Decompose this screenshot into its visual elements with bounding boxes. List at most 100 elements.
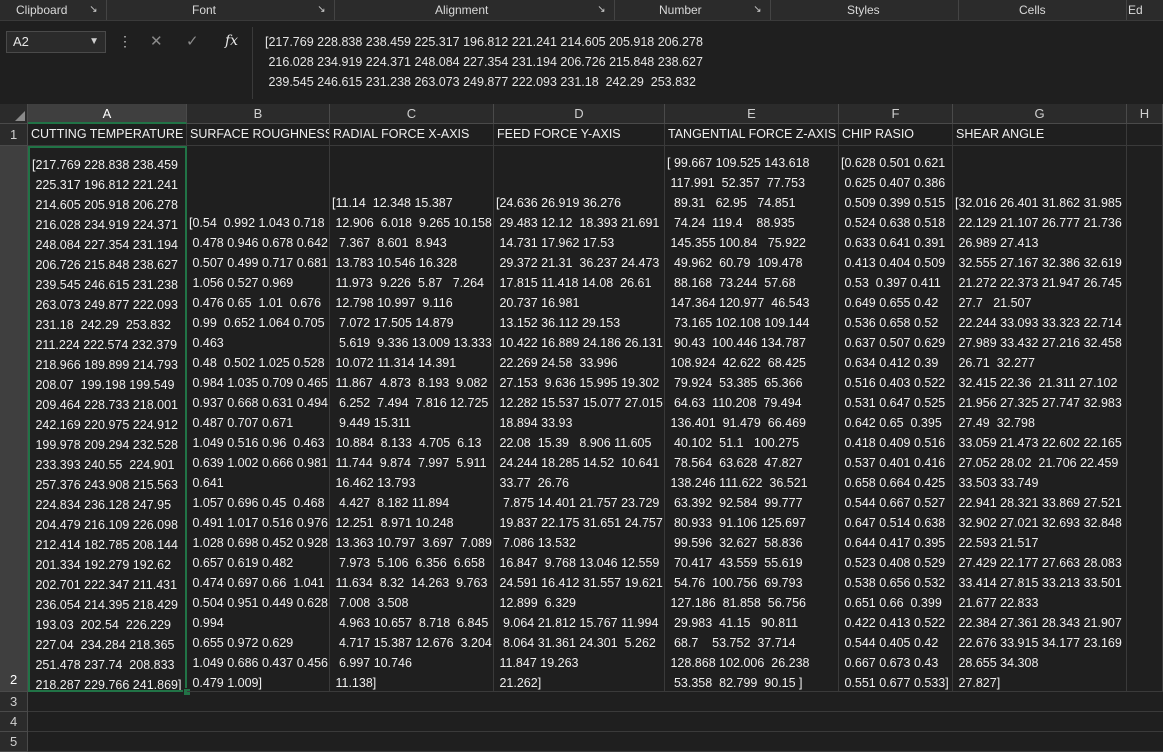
cell-text-line: [217.769 228.838 238.459 [32, 158, 178, 172]
cell-d2[interactable]: [24.636 26.919 36.276 29.483 12.12 18.39… [494, 146, 665, 692]
cell-text-line: 7.008 3.508 [332, 596, 409, 610]
empty-row-5[interactable] [28, 732, 1163, 752]
cell-text-line: [0.628 0.501 0.621 [841, 156, 946, 170]
cell-text-line: 1.049 0.686 0.437 0.456 [189, 656, 329, 670]
dialog-launcher-icon[interactable]: ↘ [315, 3, 328, 16]
ribbon-group-label: Number [659, 3, 702, 17]
cell-a2[interactable]: [217.769 228.838 238.459 225.317 196.812… [28, 146, 187, 692]
cell-text-line: 1.049 0.516 0.96 0.463 [189, 436, 325, 450]
cell-c2[interactable]: [11.14 12.348 15.387 12.906 6.018 9.265 … [330, 146, 494, 692]
row-header-1[interactable]: 1 [0, 124, 28, 146]
cell-text-line: 89.31 62.95 74.851 [667, 196, 796, 210]
cell-f2[interactable]: [0.628 0.501 0.621 0.625 0.407 0.386 0.5… [839, 146, 953, 692]
cell-text-line: 0.625 0.407 0.386 [841, 176, 946, 190]
cell-text-line: 0.48 0.502 1.025 0.528 [189, 356, 325, 370]
dialog-launcher-icon[interactable]: ↘ [751, 3, 764, 16]
dialog-launcher-icon[interactable]: ↘ [595, 3, 608, 16]
column-header-c[interactable]: C [330, 104, 494, 124]
chevron-down-icon[interactable]: ▼ [89, 32, 99, 52]
cell-text-line: 212.414 182.785 208.144 [32, 538, 178, 552]
cell-text-line: 70.417 43.559 55.619 [667, 556, 803, 570]
cell-text-line: 99.596 32.627 58.836 [667, 536, 803, 550]
ribbon-group-label: Ed [1128, 3, 1143, 17]
ribbon-group-editing: Ed [1126, 0, 1163, 20]
cell-text-line: 16.847 9.768 13.046 12.559 [496, 556, 660, 570]
select-all-button[interactable] [0, 104, 28, 124]
cell-text-line: 1.057 0.696 0.45 0.468 [189, 496, 325, 510]
cell-text-line: 64.63 110.208 79.494 [667, 396, 802, 410]
cancel-icon[interactable]: ✕ [150, 32, 163, 50]
cell-text-line: 9.064 21.812 15.767 11.994 [496, 616, 659, 630]
empty-row-3[interactable] [28, 692, 1163, 712]
column-header-b[interactable]: B [187, 104, 330, 124]
cell-text-line: 21.262] [496, 676, 542, 690]
cell-text-line: 19.837 22.175 31.651 24.757 [496, 516, 663, 530]
cell-text-line: 0.639 1.002 0.666 0.981 [189, 456, 329, 470]
cell-text-line: 12.899 6.329 [496, 596, 576, 610]
empty-row-4[interactable] [28, 712, 1163, 732]
cell-text-line: 257.376 243.908 215.563 [32, 478, 178, 492]
cell-text-line: 136.401 91.479 66.469 [667, 416, 807, 430]
cell-text-line: 0.538 0.656 0.532 [841, 576, 946, 590]
cell-text-line: 24.591 16.412 31.557 19.621 [496, 576, 663, 590]
cell-text-line: 0.476 0.65 1.01 0.676 [189, 296, 322, 310]
cell-text-line: 0.53 0.397 0.411 [841, 276, 941, 290]
cell-text-line: 20.737 16.981 [496, 296, 580, 310]
cell-text-line: 21.677 22.833 [955, 596, 1039, 610]
cell-h2[interactable] [1127, 146, 1163, 692]
cell-text-line: 26.71 32.277 [955, 356, 1035, 370]
name-box-value: A2 [13, 34, 29, 49]
cell-text-line: 0.99 0.652 1.064 0.705 [189, 316, 325, 330]
cell-h1[interactable] [1127, 124, 1163, 146]
cell-d1[interactable]: FEED FORCE Y-AXIS [494, 124, 665, 146]
cell-f1[interactable]: CHIP RASIO [839, 124, 953, 146]
column-header-e[interactable]: E [665, 104, 839, 124]
cell-text-line: 0.531 0.647 0.525 [841, 396, 946, 410]
dialog-launcher-icon[interactable]: ↘ [87, 3, 100, 16]
cell-text-line: 14.731 17.962 17.53 [496, 236, 615, 250]
cell-e2[interactable]: [ 99.667 109.525 143.618 117.991 52.357 … [665, 146, 839, 692]
cell-g1[interactable]: SHEAR ANGLE [953, 124, 1127, 146]
column-header-a[interactable]: A [28, 104, 187, 124]
row-header-2[interactable]: 2 [0, 146, 28, 692]
cell-text-line: 227.04 234.284 218.365 [32, 638, 175, 652]
cell-text-line: 0.544 0.667 0.527 [841, 496, 946, 510]
name-box[interactable]: A2 ▼ [6, 31, 106, 53]
cell-text-line: 0.642 0.65 0.395 [841, 416, 942, 430]
cell-text-line: 0.937 0.668 0.631 0.494 [189, 396, 329, 410]
enter-check-icon[interactable]: ✓ [186, 32, 199, 50]
cell-text-line [332, 153, 493, 173]
cell-b1[interactable]: SURFACE ROUGHNESS [187, 124, 330, 146]
ribbon-group-clipboard: Clipboard ↘ [0, 0, 107, 20]
insert-function-icon[interactable]: fx [225, 33, 238, 49]
cell-text-line: 214.605 205.918 206.278 [32, 198, 178, 212]
cell-text-line: 0.634 0.412 0.39 [841, 356, 939, 370]
cell-c1[interactable]: RADIAL FORCE X-AXIS [330, 124, 494, 146]
cell-text-line: 147.364 120.977 46.543 [667, 296, 810, 310]
cell-b2[interactable]: [0.54 0.992 1.043 0.718 0.478 0.946 0.67… [187, 146, 330, 692]
column-header-g[interactable]: G [953, 104, 1127, 124]
cell-e1[interactable]: TANGENTIAL FORCE Z-AXIS [665, 124, 839, 146]
cell-text-line: 0.994 [189, 616, 224, 630]
ribbon-group-styles: Styles [770, 0, 959, 20]
row-header-3[interactable]: 3 [0, 692, 28, 712]
worksheet-grid: A B C D E F G H 1 2 3 4 5 CUTTING TEMPER… [0, 104, 1163, 752]
cell-text-line: 242.169 220.975 224.912 [32, 418, 178, 432]
column-header-f[interactable]: F [839, 104, 953, 124]
cell-text-line [496, 173, 664, 193]
cell-text-line: 239.545 246.615 231.238 [32, 278, 178, 292]
cell-text-line: 12.798 10.997 9.116 [332, 296, 453, 310]
cell-text-line: 33.77 26.76 [496, 476, 569, 490]
column-header-d[interactable]: D [494, 104, 665, 124]
row-header-5[interactable]: 5 [0, 732, 28, 752]
cell-text-line: 10.884 8.133 4.705 6.13 [332, 436, 482, 450]
cell-a1[interactable]: CUTTING TEMPERATURE [28, 124, 187, 146]
more-options-icon[interactable]: ⋮ [118, 33, 132, 50]
formula-bar[interactable]: [217.769 228.838 238.459 225.317 196.812… [252, 27, 1163, 99]
cell-g2[interactable]: [32.016 26.401 31.862 31.985 22.129 21.1… [953, 146, 1127, 692]
cell-text-line: 33.414 27.815 33.213 33.501 [955, 576, 1122, 590]
column-header-h[interactable]: H [1127, 104, 1163, 124]
cell-text-line: 11.847 19.263 [496, 656, 579, 670]
row-header-4[interactable]: 4 [0, 712, 28, 732]
cell-text-line: 33.059 21.473 22.602 22.165 [955, 436, 1122, 450]
